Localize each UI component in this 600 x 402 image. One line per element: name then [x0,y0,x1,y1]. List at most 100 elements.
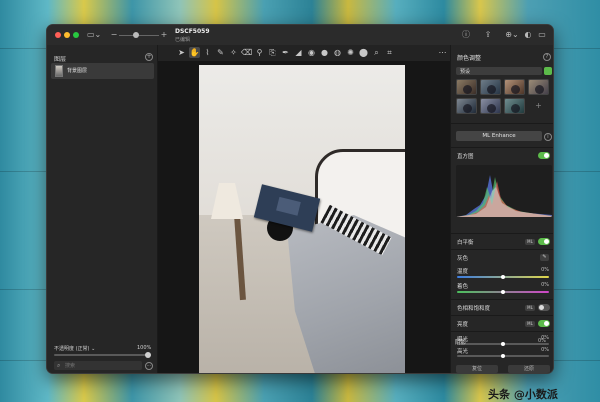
document-title: DSCF5059 [175,28,210,35]
layer-search[interactable]: ⌕ [54,361,142,370]
preset-thumb[interactable] [528,79,549,95]
layer-options-icon[interactable]: ⋯ [145,362,153,370]
inspector-toggle-icon[interactable]: ▭ [537,30,547,40]
eraser-icon[interactable]: ⌫ [241,47,252,58]
image-canvas[interactable] [158,61,450,373]
ml-badge[interactable]: ML [525,305,535,311]
shape-icon[interactable]: ◉ [306,47,317,58]
ml-badge[interactable]: ML [525,321,535,327]
pointer-icon[interactable]: ➤ [176,47,187,58]
hue-saturation-toggle[interactable] [538,304,550,311]
zoom-in-icon[interactable]: + [160,30,168,40]
white-balance-toggle[interactable] [538,238,550,245]
divider [451,331,553,332]
histogram-graph [456,175,552,217]
sidebar-toggle-icon[interactable]: ▭⌄ [87,30,101,40]
temperature-label: 温度 [457,269,469,275]
divider [451,147,553,148]
preset-select[interactable]: 预设 [456,67,542,75]
eyedropper-icon[interactable]: ✎ [540,254,549,261]
histogram-toggle[interactable] [538,152,550,159]
opacity-slider[interactable] [54,354,151,356]
color-adjust-panel: 颜色调整 ? 预设 + ML Enhance i 直方图 白平衡 ML 灰色 ✎… [450,45,553,373]
zoom-button[interactable] [73,32,79,38]
adjust-icon[interactable]: ◐ [523,30,533,40]
hand-icon[interactable]: ✋ [189,47,200,58]
color-icon[interactable]: ● [319,47,330,58]
lasso-icon[interactable]: ⌇ [202,47,213,58]
layer-search-input[interactable] [65,361,139,370]
preset-thumb[interactable] [456,79,477,95]
highlights-knob[interactable] [501,354,505,358]
neutral-gray-label: 灰色 [457,256,469,262]
tint-value: 0% [541,282,549,288]
shadows-value: 0% [538,338,546,344]
zoom-tool-icon[interactable]: ⌕ [371,47,382,58]
brush-icon[interactable]: ✎ [215,47,226,58]
histogram-label: 直方图 [457,154,474,160]
preset-toggle[interactable] [544,67,552,75]
document-status: 已编辑 [175,37,191,43]
divider [451,123,553,124]
temperature-knob[interactable] [501,275,505,279]
layers-panel: 图层 + 背景图层 不透明度 (正常) ⌄ 100% ⌕ ⋯ [47,45,158,373]
info-icon[interactable]: ⓘ [461,30,471,40]
exposure-knob[interactable] [501,342,505,346]
preset-thumb[interactable] [456,98,477,114]
select-icon[interactable]: ⬤ [358,47,369,58]
panel-title: 颜色调整 [457,55,482,62]
reset-button[interactable]: 复位 [456,365,498,373]
tint-label: 着色 [457,284,469,290]
preset-thumbnails: + [456,79,552,117]
preset-label: 预设 [460,69,471,75]
titlebar: ▭⌄ − + DSCF5059 已编辑 ⓘ ⇪ ⊕⌄ ◐ ▭ [47,25,553,45]
app-window: ▭⌄ − + DSCF5059 已编辑 ⓘ ⇪ ⊕⌄ ◐ ▭ ➤ ✋ ⌇ ✎ ✧… [46,24,554,374]
divider [451,315,553,316]
preset-thumb[interactable] [480,79,501,95]
white-balance-label: 白平衡 [457,240,474,246]
layer-label: 背景图层 [67,68,88,74]
tint-knob[interactable] [501,290,505,294]
lightness-toggle[interactable] [538,320,550,327]
text-icon[interactable]: ◢ [293,47,304,58]
divider [451,299,553,300]
clone-icon[interactable]: ⎘ [267,47,278,58]
divider [451,233,553,234]
preset-thumb[interactable] [504,79,525,95]
divider [451,249,553,250]
export-icon[interactable]: ⊕⌄ [505,30,519,40]
temperature-value: 0% [541,267,549,273]
minimize-button[interactable] [64,32,70,38]
effects-icon[interactable]: ✺ [345,47,356,58]
eyedropper-icon[interactable]: ⚲ [254,47,265,58]
crop-icon[interactable]: ⌗ [384,47,395,58]
add-preset-icon[interactable]: + [528,98,549,114]
histogram-chart [456,165,552,217]
zoom-slider[interactable] [119,35,159,36]
tools-toolbar: ➤ ✋ ⌇ ✎ ✧ ⌫ ⚲ ⎘ ✒ ◢ ◉ ● ◍ ✺ ⬤ ⌕ ⌗ ⋯ [158,47,450,59]
wand-icon[interactable]: ✧ [228,47,239,58]
ml-enhance-button[interactable]: ML Enhance [456,131,542,141]
opacity-slider-knob[interactable] [145,352,151,358]
highlights-value: 0% [541,347,549,353]
help-icon[interactable]: ? [543,53,551,61]
layer-thumbnail [55,65,63,77]
search-icon: ⌕ [57,362,61,369]
close-button[interactable] [55,32,61,38]
preset-thumb[interactable] [504,98,525,114]
share-icon[interactable]: ⇪ [483,30,493,40]
zoom-slider-knob[interactable] [133,32,139,38]
zoom-out-icon[interactable]: − [110,30,118,40]
opacity-value: 100% [137,345,152,351]
more-options-icon[interactable]: ⋯ [437,47,448,58]
opacity-label[interactable]: 不透明度 (正常) ⌄ [54,345,95,352]
revert-button[interactable]: 还原 [508,365,550,373]
preset-thumb[interactable] [480,98,501,114]
ml-badge[interactable]: ML [525,239,535,245]
ml-info-icon[interactable]: i [544,133,552,141]
paint-icon[interactable]: ◍ [332,47,343,58]
pen-icon[interactable]: ✒ [280,47,291,58]
photo-book-label [276,196,301,216]
add-layer-icon[interactable]: + [145,53,153,61]
layer-item[interactable]: 背景图层 [51,63,154,79]
